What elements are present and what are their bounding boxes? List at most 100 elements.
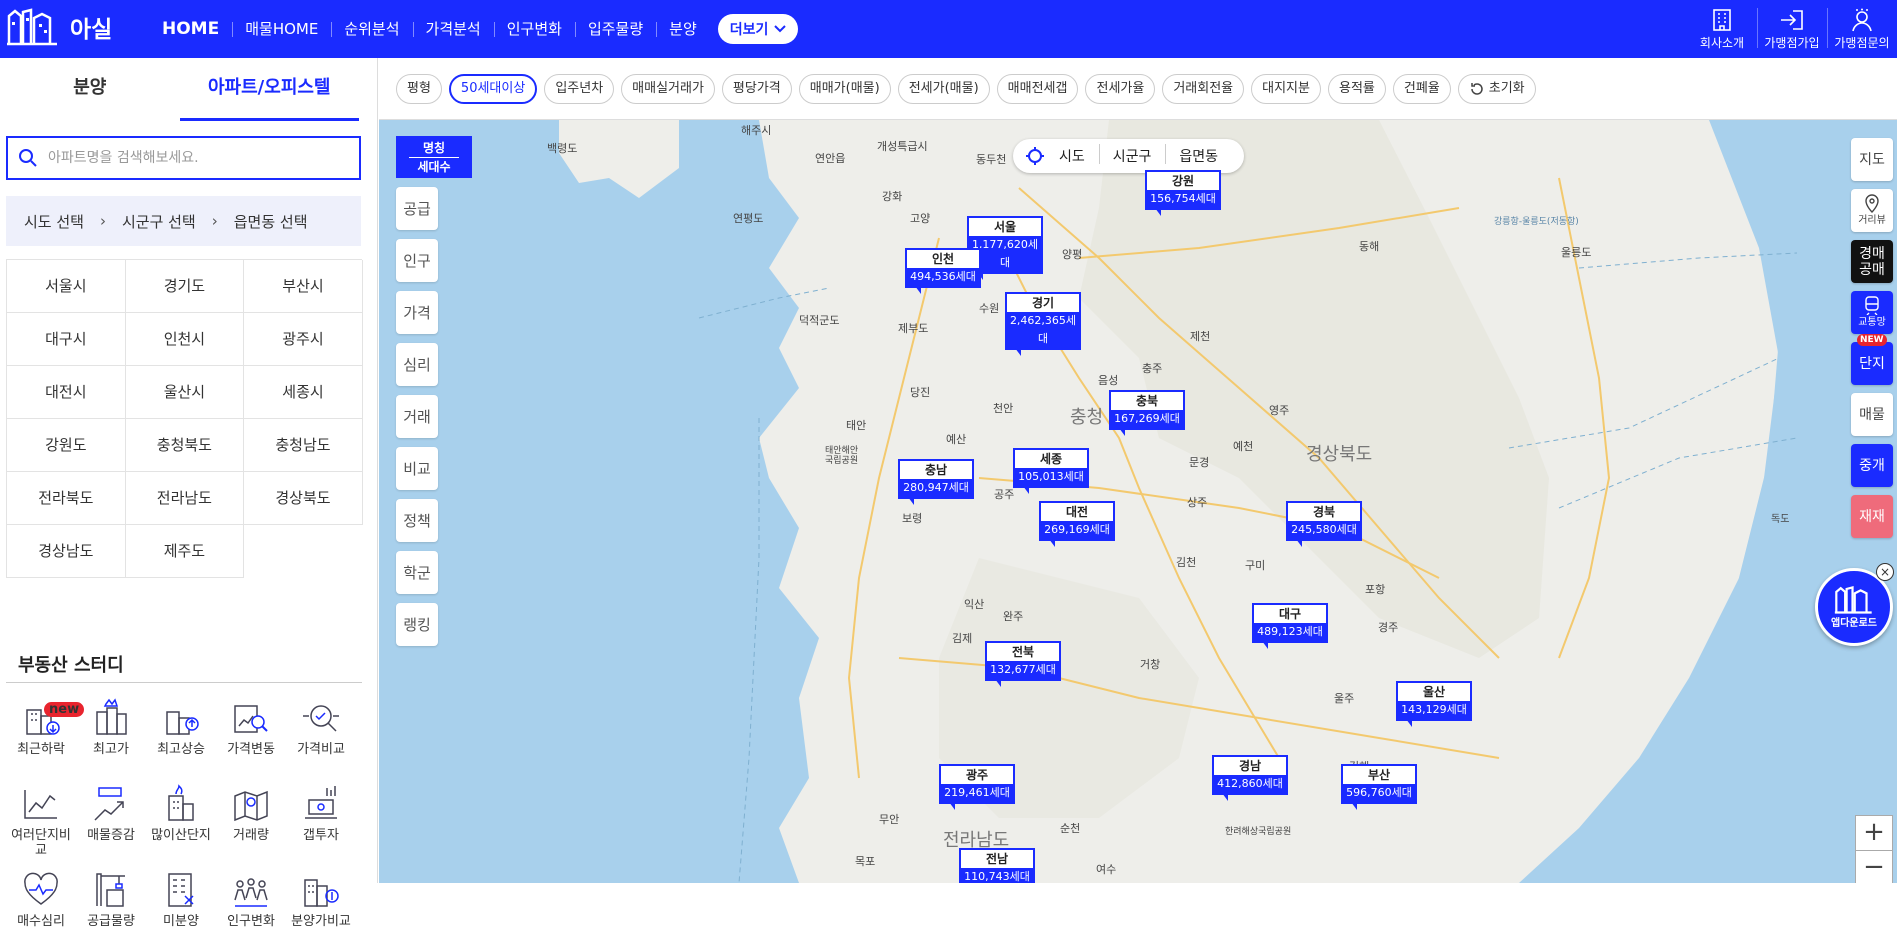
level-sido[interactable]: 시도 xyxy=(1045,146,1099,166)
level-sigungu[interactable]: 시군구 xyxy=(1098,144,1166,166)
zoom-out-button[interactable]: − xyxy=(1856,850,1892,883)
nav-presale[interactable]: 분양 xyxy=(656,0,710,58)
region-marker-gyeongnam[interactable]: 경남 412,860세대 xyxy=(1212,755,1288,801)
city-chungnam[interactable]: 충청남도 xyxy=(244,419,363,472)
search-icon[interactable] xyxy=(18,148,38,168)
tool-population[interactable]: 인구 xyxy=(396,239,438,282)
study-buyer-sentiment[interactable]: 매수심리 xyxy=(6,870,76,946)
nav-supply[interactable]: 입주물량 xyxy=(574,0,656,58)
region-marker-chungbuk[interactable]: 충북 167,269세대 xyxy=(1109,390,1185,436)
filter-chip-price-per-pyeong[interactable]: 평당가격 xyxy=(721,73,792,104)
filter-reset-button[interactable]: 초기화 xyxy=(1457,73,1536,104)
filter-chip-years[interactable]: 입주년차 xyxy=(544,73,615,104)
city-jeju[interactable]: 제주도 xyxy=(125,525,245,578)
label-toggle-button[interactable]: 명칭 세대수 xyxy=(396,136,472,178)
nav-population[interactable]: 인구변화 xyxy=(493,0,575,58)
region-marker-ulsan[interactable]: 울산 143,129세대 xyxy=(1396,681,1472,727)
region-marker-busan[interactable]: 부산 596,760세대 xyxy=(1341,764,1417,810)
study-population-change[interactable]: 인구변화 xyxy=(216,870,286,946)
region-marker-daegu[interactable]: 대구 489,123세대 xyxy=(1252,603,1328,649)
filter-chip-turnover[interactable]: 거래회전율 xyxy=(1162,73,1245,104)
tool-trade[interactable]: 거래 xyxy=(396,395,438,438)
study-supply-volume[interactable]: 공급물량 xyxy=(76,870,146,946)
company-info-button[interactable]: 회사소개 xyxy=(1687,0,1757,58)
study-price-compare[interactable]: 가격비교 xyxy=(286,698,356,774)
city-daejeon[interactable]: 대전시 xyxy=(7,366,126,419)
study-price-change[interactable]: 가격변동 xyxy=(216,698,286,774)
transit-button[interactable]: 교통망 xyxy=(1851,291,1893,334)
logo[interactable]: 아실 xyxy=(6,8,112,46)
study-listing-change[interactable]: 매물증감 xyxy=(76,784,146,860)
broker-button[interactable]: 중개 xyxy=(1851,444,1893,487)
city-jeonbuk[interactable]: 전라북도 xyxy=(7,472,126,525)
nav-ranking[interactable]: 순위분석 xyxy=(331,0,412,58)
filter-chip-building-coverage[interactable]: 건폐율 xyxy=(1392,73,1451,104)
city-daegu[interactable]: 대구시 xyxy=(7,313,126,366)
study-highest-price[interactable]: 최고가 xyxy=(76,698,146,774)
city-incheon[interactable]: 인천시 xyxy=(125,313,245,366)
study-highest-rise[interactable]: 최고상승 xyxy=(146,698,216,774)
tool-price[interactable]: 가격 xyxy=(396,291,438,334)
crosshair-icon[interactable] xyxy=(1025,146,1045,166)
filter-chip-floor-area-ratio[interactable]: 용적률 xyxy=(1327,73,1386,104)
filter-chip-actual-price[interactable]: 매매실거래가 xyxy=(621,73,715,104)
franchise-inquiry-button[interactable]: 가맹점문의 xyxy=(1827,0,1897,58)
study-gap-investment[interactable]: 갭투자 xyxy=(286,784,356,860)
region-marker-gyeonggi[interactable]: 경기 2,462,365세대 xyxy=(1005,292,1081,356)
complex-button[interactable]: NEW 단지 xyxy=(1851,334,1893,385)
region-marker-gwangju[interactable]: 광주 219,461세대 xyxy=(939,764,1015,810)
study-multi-complex-compare[interactable]: 여러단지비교 xyxy=(6,784,76,860)
tab-presale[interactable]: 분양 xyxy=(0,58,180,121)
map-area[interactable]: 해주시 연안읍 개성특급시 동두천 백령도 강화 연평도 고양 양평 제부도 덕… xyxy=(379,58,1897,883)
street-view-button[interactable]: 거리뷰 xyxy=(1851,189,1893,232)
filter-chip-gap[interactable]: 매매전세갭 xyxy=(996,73,1079,104)
zoom-in-button[interactable]: + xyxy=(1856,816,1892,850)
nav-home[interactable]: HOME xyxy=(158,0,232,58)
filter-chip-50-households[interactable]: 50세대이상 xyxy=(448,73,538,104)
city-gangwon[interactable]: 강원도 xyxy=(7,419,126,472)
apartment-search-input[interactable] xyxy=(48,150,338,166)
city-busan[interactable]: 부산시 xyxy=(244,260,363,313)
nav-price-analysis[interactable]: 가격분석 xyxy=(412,0,494,58)
tab-apartment-officetel[interactable]: 아파트/오피스텔 xyxy=(179,58,359,121)
filter-chip-jeonse-listing[interactable]: 전세가(매물) xyxy=(897,73,990,104)
city-ulsan[interactable]: 울산시 xyxy=(125,366,245,419)
study-recent-drop[interactable]: new 최근하락 xyxy=(6,698,85,774)
study-trade-volume[interactable]: 거래량 xyxy=(216,784,286,860)
filter-chip-land-share[interactable]: 대지지분 xyxy=(1251,73,1321,104)
close-icon[interactable]: × xyxy=(1876,563,1894,581)
sido-select[interactable]: 시도 선택 xyxy=(24,211,84,232)
tool-supply[interactable]: 공급 xyxy=(396,187,438,230)
region-marker-jeonnam[interactable]: 전남 110,743세대 xyxy=(959,848,1035,883)
tool-policy[interactable]: 정책 xyxy=(396,499,438,542)
filter-chip-sale-listing[interactable]: 매매가(매물) xyxy=(798,73,891,104)
region-marker-gangwon[interactable]: 강원 156,754세대 xyxy=(1145,170,1221,216)
redevelopment-button[interactable]: 재재 xyxy=(1851,495,1893,538)
sigungu-select[interactable]: 시군구 선택 xyxy=(122,211,196,232)
region-marker-incheon[interactable]: 인천 494,536세대 xyxy=(905,248,981,294)
city-seoul[interactable]: 서울시 xyxy=(7,260,126,313)
more-button[interactable]: 더보기 xyxy=(717,14,799,44)
tool-sentiment[interactable]: 심리 xyxy=(396,343,438,386)
region-marker-chungnam[interactable]: 충남 280,947세대 xyxy=(898,459,974,505)
city-gyeongnam[interactable]: 경상남도 xyxy=(7,525,126,578)
tool-school[interactable]: 학군 xyxy=(396,551,438,594)
filter-chip-jeonse-ratio[interactable]: 전세가율 xyxy=(1085,73,1156,104)
listing-button[interactable]: 매물 xyxy=(1851,393,1893,436)
eupmyeondong-select[interactable]: 읍면동 선택 xyxy=(234,211,308,232)
nav-listing-home[interactable]: 매물HOME xyxy=(232,0,331,58)
city-gwangju[interactable]: 광주시 xyxy=(244,313,363,366)
franchise-join-button[interactable]: 가맹점가입 xyxy=(1757,0,1827,58)
level-eupmyeondong[interactable]: 읍면동 xyxy=(1165,144,1232,166)
study-unsold[interactable]: 미분양 xyxy=(146,870,216,946)
tool-ranking[interactable]: 랭킹 xyxy=(396,603,438,646)
region-marker-daejeon[interactable]: 대전 269,169세대 xyxy=(1039,501,1115,547)
city-gyeongbuk[interactable]: 경상북도 xyxy=(244,472,363,525)
city-sejong[interactable]: 세종시 xyxy=(244,366,363,419)
region-marker-gyeongbuk[interactable]: 경북 245,580세대 xyxy=(1286,501,1362,547)
study-most-bought-complex[interactable]: 많이산단지 xyxy=(146,784,216,860)
city-chungbuk[interactable]: 충청북도 xyxy=(125,419,245,472)
city-jeonnam[interactable]: 전라남도 xyxy=(125,472,245,525)
region-marker-sejong[interactable]: 세종 105,013세대 xyxy=(1013,448,1089,494)
city-gyeonggi[interactable]: 경기도 xyxy=(125,260,245,313)
